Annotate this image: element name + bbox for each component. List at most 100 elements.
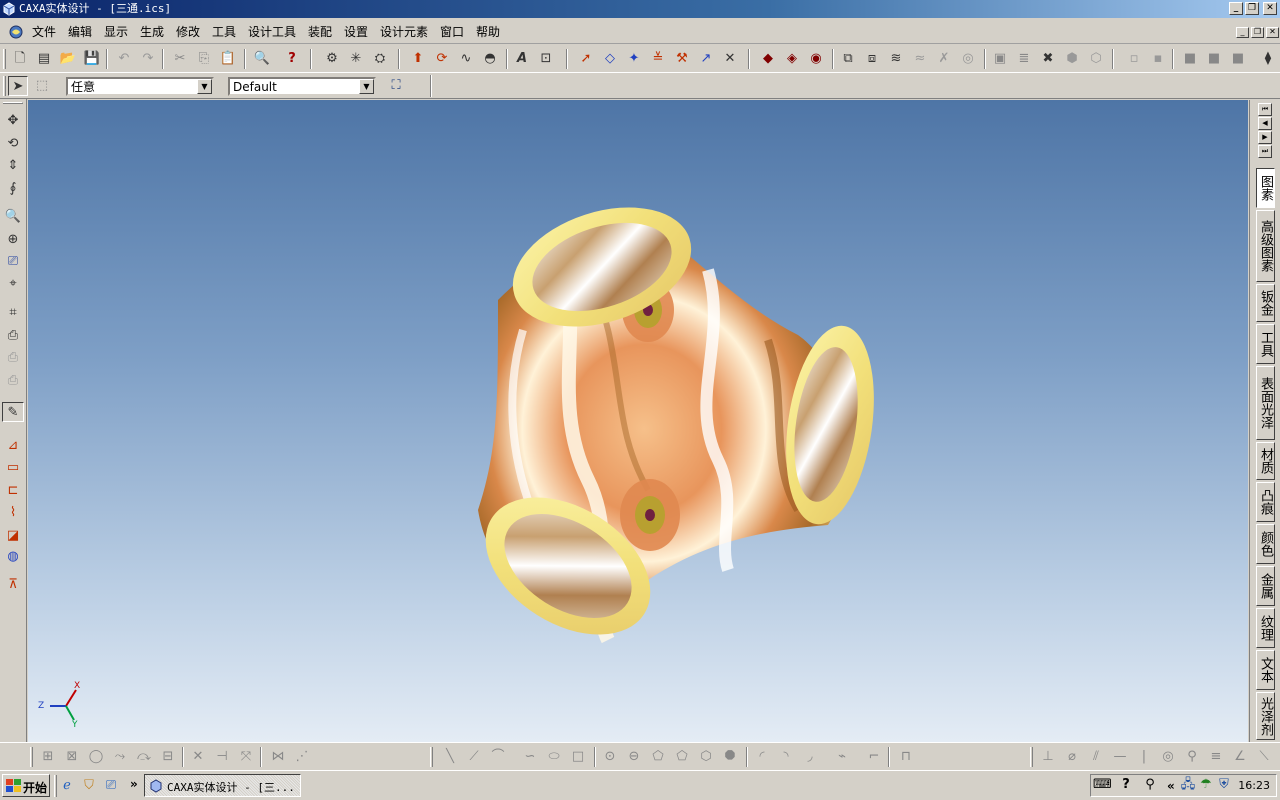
zoom-icon[interactable]: 🔍 [2, 207, 24, 227]
app-quicklaunch-icon[interactable]: ⛉ [80, 777, 98, 795]
security-shield-icon[interactable]: ⛨ [1215, 776, 1233, 794]
menu-help[interactable]: 帮助 [476, 25, 500, 39]
mate-icon[interactable]: ⬡ [1086, 49, 1106, 69]
first-page-icon[interactable]: ⏮ [1258, 103, 1272, 116]
select-box-icon[interactable]: ⬚ [32, 76, 52, 96]
camera-zoom-icon[interactable]: ⎙ [2, 371, 24, 391]
desktop-icon[interactable]: ⎚ [102, 777, 120, 795]
keyboard-icon[interactable]: ⌨ [1093, 776, 1112, 794]
open-icon[interactable]: 📂 [58, 49, 78, 69]
last-page-icon[interactable]: ⏭ [1258, 145, 1272, 158]
internet-explorer-icon[interactable]: ℯ [58, 777, 76, 795]
tab-advanced-primitives[interactable]: 高级图素 [1256, 210, 1275, 282]
constraint-coincident-icon[interactable]: ⚲ [1182, 747, 1202, 767]
group-icon[interactable]: ▫ [1124, 49, 1144, 69]
task-caxa-window[interactable]: CAXA实体设计 - [三... [144, 774, 301, 797]
surface-sew-icon[interactable]: ◎ [958, 49, 978, 69]
bezier-icon[interactable]: ⌁ [832, 747, 852, 767]
surface-fill-icon[interactable]: ◪ [2, 526, 24, 546]
sphere-icon[interactable]: ◍ [2, 547, 24, 567]
mirror-icon[interactable]: ⋈ [268, 747, 288, 767]
input-method-icon[interactable]: ⚲ [1141, 776, 1159, 794]
align-icon[interactable]: ⬢ [1062, 49, 1082, 69]
help-pointer-icon[interactable]: ? [282, 49, 302, 69]
extrude-icon[interactable]: ⬆ [408, 49, 428, 69]
new-drawing-icon[interactable]: ▤ [34, 49, 54, 69]
assembly-icon[interactable]: ▣ [990, 49, 1010, 69]
next-page-icon[interactable]: ▶ [1258, 131, 1272, 144]
plane-icon[interactable]: ▭ [2, 458, 24, 478]
constraint-tangent-icon[interactable]: ⌀ [1062, 747, 1082, 767]
constraint-concentric-icon[interactable]: ◎ [1158, 747, 1178, 767]
render-icon[interactable]: ⛭ [370, 49, 390, 69]
delete-icon[interactable]: ✕ [188, 747, 208, 767]
ellipse-icon[interactable]: ⬭ [544, 747, 564, 767]
design-tree-icon[interactable]: ✳ [346, 49, 366, 69]
restore-button[interactable]: ❐ [1245, 2, 1259, 15]
menu-view[interactable]: 显示 [104, 25, 128, 39]
view-front-icon[interactable]: ■ [1180, 49, 1200, 69]
view-side-icon[interactable]: ■ [1204, 49, 1224, 69]
tangent-arc-icon[interactable]: ⤳ [110, 747, 130, 767]
sketch-finish-icon[interactable]: ⊓ [896, 747, 916, 767]
menu-modify[interactable]: 修改 [176, 25, 200, 39]
design-viewport[interactable]: X Z Y [28, 100, 1248, 742]
arc-center-icon[interactable]: ◝ [776, 747, 796, 767]
paste-icon[interactable]: 📋 [218, 49, 238, 69]
constraint-icon[interactable]: ≣ [1014, 49, 1034, 69]
curve-icon[interactable]: ⌇ [2, 503, 24, 523]
project-icon[interactable]: ⊟ [158, 747, 178, 767]
pull-icon[interactable]: ➚ [576, 49, 596, 69]
menu-design-tools[interactable]: 设计工具 [248, 25, 296, 39]
surface-extend-icon[interactable]: ✗ [934, 49, 954, 69]
profile-icon[interactable]: ⊏ [2, 481, 24, 501]
constraint-perpendicular-icon[interactable]: ⊥ [1038, 747, 1058, 767]
zoom-fit-icon[interactable]: ⎚ [2, 252, 24, 272]
line-icon[interactable]: ╲ [440, 747, 460, 767]
catalog-icon[interactable]: ⚙ [322, 49, 342, 69]
surface-trim-icon[interactable]: ≈ [910, 49, 930, 69]
tab-color[interactable]: 颜色 [1256, 524, 1275, 564]
help-icon[interactable]: ? [1117, 776, 1135, 794]
toolbar-grip[interactable] [1030, 747, 1033, 767]
tab-material[interactable]: 材质 [1256, 442, 1275, 480]
copy-icon[interactable]: ⎘ [194, 49, 214, 69]
trim-icon[interactable]: ⊣ [212, 747, 232, 767]
polygon-6-icon[interactable]: ⬡ [696, 747, 716, 767]
tab-primitives[interactable]: 图素 [1256, 168, 1275, 208]
tee-pipe-model[interactable] [28, 100, 1248, 742]
circle-icon[interactable]: ◯ [86, 747, 106, 767]
prev-page-icon[interactable]: ◀ [1258, 117, 1272, 130]
arc-tangent-icon[interactable]: ◞ [800, 747, 820, 767]
boolean-add-icon[interactable]: ◆ [758, 49, 778, 69]
blend-icon[interactable]: ↗ [696, 49, 716, 69]
surface-offset-icon[interactable]: ≋ [886, 49, 906, 69]
tab-gloss-agent[interactable]: 光泽剂 [1256, 692, 1275, 740]
toolbar-grip[interactable] [430, 747, 433, 767]
circle-3pt-icon[interactable]: ⊖ [624, 747, 644, 767]
constraint-horizontal-icon[interactable]: — [1110, 747, 1130, 767]
constraint-parallel-icon[interactable]: ⫽ [1086, 747, 1106, 767]
face-move-icon[interactable]: ◇ [600, 49, 620, 69]
toolbar-grip[interactable] [3, 49, 6, 69]
sweep-icon[interactable]: ∿ [456, 49, 476, 69]
tab-tools[interactable]: 工具 [1256, 324, 1275, 364]
chamfer-icon[interactable]: ✕ [720, 49, 740, 69]
polyline-icon[interactable]: ⟋ [464, 747, 484, 767]
toolbar-grip[interactable] [3, 76, 6, 96]
fillet-2d-icon[interactable]: ⌐ [864, 747, 884, 767]
tab-text[interactable]: 文本 [1256, 650, 1275, 690]
view-top-icon[interactable]: ■ [1228, 49, 1248, 69]
toolbar-more-icon[interactable]: ⧫ [1258, 49, 1278, 69]
draft-icon[interactable]: ⚒ [672, 49, 692, 69]
sketch-icon[interactable]: ⊿ [2, 436, 24, 456]
surface-icon[interactable]: ⧉ [838, 49, 858, 69]
measure-icon[interactable]: ⊼ [2, 575, 24, 595]
spline-icon[interactable]: ∽ [520, 747, 540, 767]
fix-icon[interactable]: ✖ [1038, 49, 1058, 69]
menu-file[interactable]: 文件 [32, 25, 56, 39]
arc-icon[interactable]: ⌒ [488, 747, 508, 767]
rectangle-icon[interactable]: □ [568, 747, 588, 767]
extend-icon[interactable]: ⤧ [236, 747, 256, 767]
arc-3pt-icon[interactable]: ◜ [752, 747, 772, 767]
